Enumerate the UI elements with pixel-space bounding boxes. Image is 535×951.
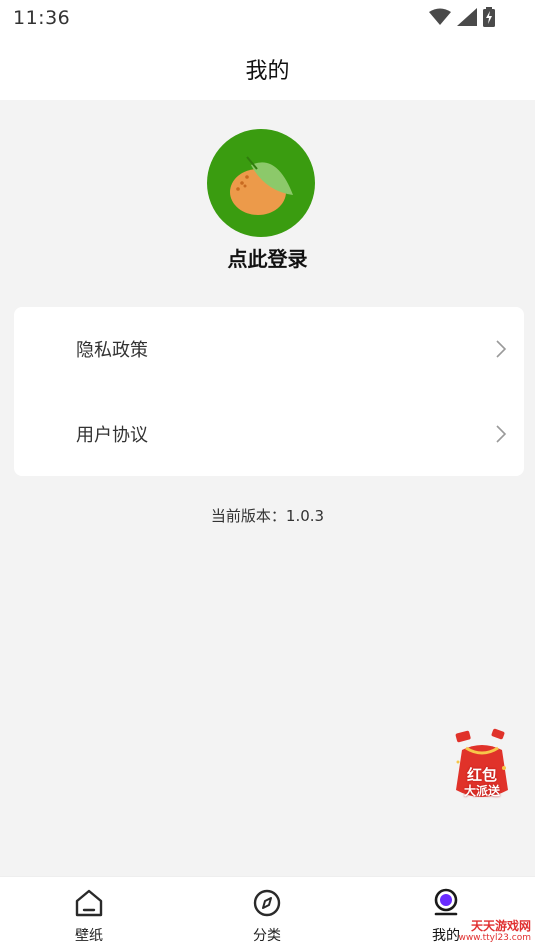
- watermark-url: www.ttyl23.com: [458, 933, 531, 943]
- status-time: 11:36: [13, 7, 71, 29]
- chevron-right-icon: [496, 340, 507, 358]
- tab-category[interactable]: 分类: [178, 877, 356, 951]
- watermark-title: 天天游戏网: [470, 919, 531, 933]
- chevron-right-icon: [496, 425, 507, 443]
- tab-label: 壁纸: [75, 928, 103, 944]
- red-packet-promo-button[interactable]: 红包 大派送: [448, 728, 516, 804]
- page-title: 我的: [245, 59, 290, 84]
- login-link[interactable]: 点此登录: [0, 243, 535, 272]
- menu-item-label: 用户协议: [76, 425, 148, 446]
- battery-charging-icon: [483, 7, 495, 27]
- status-icons: [429, 7, 495, 27]
- profile-section: 点此登录: [0, 129, 535, 279]
- profile-icon: [434, 888, 458, 916]
- version-text: 当前版本：1.0.3: [210, 507, 325, 525]
- compass-icon: [253, 889, 281, 917]
- status-bar: 11:36: [0, 0, 535, 36]
- home-icon: [75, 889, 103, 917]
- menu-item-privacy-policy[interactable]: 隐私政策: [14, 307, 524, 391]
- signal-icon: [457, 8, 477, 26]
- menu-card: 隐私政策 用户协议: [14, 307, 524, 476]
- menu-item-user-agreement[interactable]: 用户协议: [14, 392, 524, 476]
- menu-item-label: 隐私政策: [76, 340, 148, 361]
- title-bar: 我的: [0, 36, 535, 100]
- tab-wallpaper[interactable]: 壁纸: [0, 877, 178, 951]
- avatar[interactable]: [207, 129, 315, 237]
- bottom-tab-bar: 壁纸 分类 我的: [0, 876, 535, 951]
- tab-label: 分类: [253, 928, 281, 944]
- tangerine-icon: [230, 156, 293, 215]
- promo-line2: 大派送: [463, 784, 500, 798]
- wifi-icon: [429, 8, 451, 25]
- watermark: 天天游戏网 www.ttyl23.com: [458, 915, 535, 947]
